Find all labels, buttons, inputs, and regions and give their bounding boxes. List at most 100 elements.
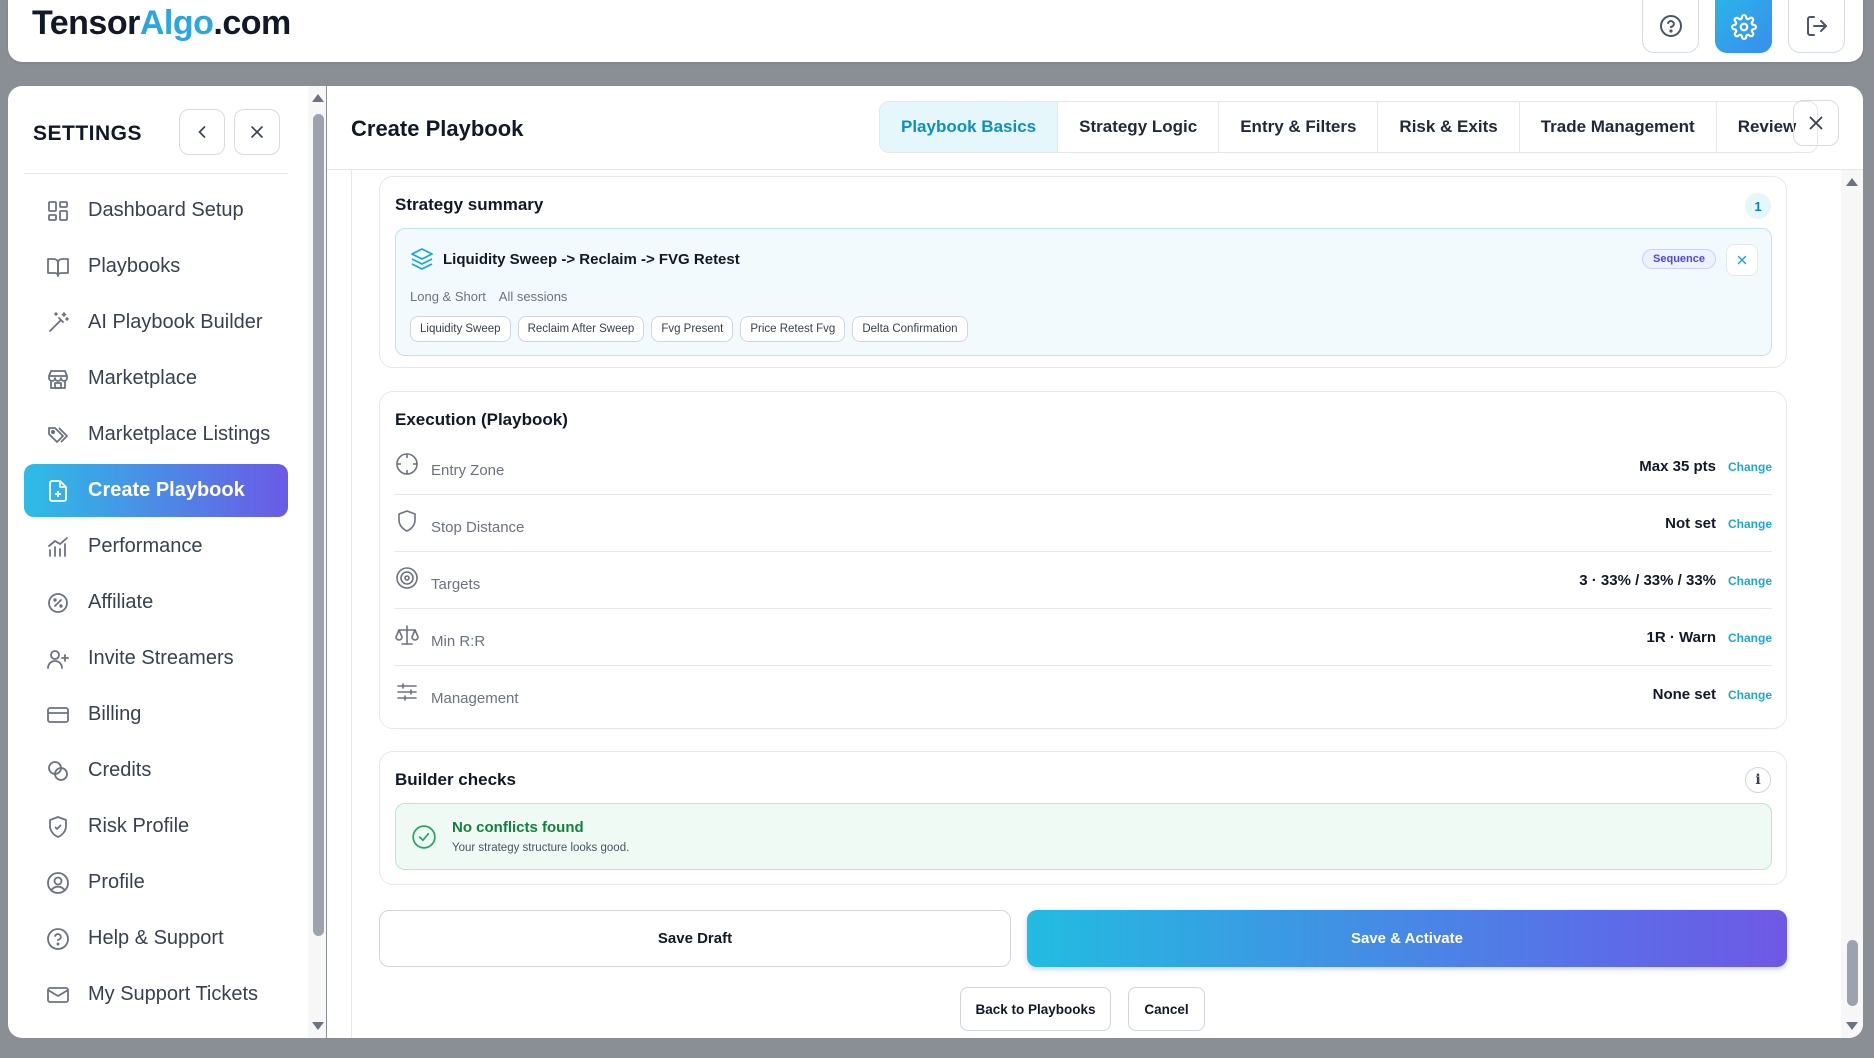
check-status-box: No conflicts found Your strategy structu… bbox=[395, 803, 1772, 870]
book-icon bbox=[45, 254, 71, 280]
execution-card: Execution (Playbook) Entry Zone Max 35 p… bbox=[379, 391, 1787, 729]
main-header: Create Playbook Playbook Basics Strategy… bbox=[327, 86, 1863, 170]
sidebar-item-billing[interactable]: Billing bbox=[24, 688, 288, 741]
sidebar-item-dashboard-setup[interactable]: Dashboard Setup bbox=[24, 184, 288, 237]
sidebar-scrollbar[interactable] bbox=[308, 86, 326, 1038]
store-icon bbox=[45, 366, 71, 392]
dashboard-icon bbox=[45, 198, 71, 224]
sidebar-item-credits[interactable]: Credits bbox=[24, 744, 288, 797]
execution-label: Stop Distance bbox=[431, 519, 525, 536]
chart-icon bbox=[45, 534, 71, 560]
sidebar-item-label: Create Playbook bbox=[88, 479, 245, 501]
remove-strategy-button[interactable] bbox=[1726, 244, 1758, 276]
change-link[interactable]: Change bbox=[1728, 574, 1772, 588]
wand-icon bbox=[45, 310, 71, 336]
sidebar-item-my-support-tickets[interactable]: My Support Tickets bbox=[24, 968, 288, 1021]
help-icon bbox=[1659, 15, 1682, 37]
main-scroll-thumb[interactable] bbox=[1847, 940, 1858, 1006]
execution-row-entry-zone: Entry Zone Max 35 pts Change bbox=[395, 438, 1772, 495]
save-draft-button[interactable]: Save Draft bbox=[379, 910, 1011, 967]
close-icon bbox=[251, 126, 263, 138]
sidebar-item-create-playbook[interactable]: Create Playbook bbox=[24, 464, 288, 517]
file-plus-icon bbox=[45, 478, 71, 504]
back-to-playbooks-button[interactable]: Back to Playbooks bbox=[960, 987, 1111, 1031]
settings-title: SETTINGS bbox=[33, 122, 143, 145]
collapse-sidebar-button[interactable] bbox=[179, 109, 225, 155]
condition-chip: Delta Confirmation bbox=[852, 316, 968, 342]
tab-strategy-logic[interactable]: Strategy Logic bbox=[1058, 102, 1220, 152]
direction-text: Long & Short bbox=[410, 289, 486, 304]
shield-icon bbox=[395, 509, 419, 538]
execution-label: Entry Zone bbox=[431, 462, 505, 479]
execution-row-stop-distance: Stop Distance Not set Change bbox=[395, 495, 1772, 552]
change-link[interactable]: Change bbox=[1728, 688, 1772, 702]
check-circle-icon bbox=[411, 824, 437, 855]
execution-label: Targets bbox=[431, 576, 481, 593]
chevron-left-icon bbox=[198, 126, 206, 138]
target-icon bbox=[395, 566, 419, 595]
change-link[interactable]: Change bbox=[1728, 517, 1772, 531]
sidebar-item-risk-profile[interactable]: Risk Profile bbox=[24, 800, 288, 853]
execution-value: 1R · Warn bbox=[1646, 629, 1716, 646]
info-button[interactable]: i bbox=[1745, 767, 1771, 793]
sidebar-item-label: Performance bbox=[88, 535, 203, 557]
sidebar-item-marketplace-listings[interactable]: Marketplace Listings bbox=[24, 408, 288, 461]
sidebar-item-label: Help & Support bbox=[88, 927, 224, 949]
sidebar-item-label: Billing bbox=[88, 703, 142, 725]
strategy-meta: Long & Short All sessions bbox=[410, 289, 577, 304]
sidebar-scroll-thumb[interactable] bbox=[313, 114, 324, 936]
tab-trade-management[interactable]: Trade Management bbox=[1520, 102, 1717, 152]
sidebar-item-label: Marketplace Listings bbox=[88, 423, 271, 445]
sidebar-item-help-support[interactable]: Help & Support bbox=[24, 912, 288, 965]
sidebar-item-affiliate[interactable]: Affiliate bbox=[24, 576, 288, 629]
sidebar-divider bbox=[24, 173, 288, 174]
help-button[interactable] bbox=[1642, 0, 1699, 53]
execution-value: None set bbox=[1652, 686, 1716, 703]
strategy-name: Liquidity Sweep -> Reclaim -> FVG Retest bbox=[443, 251, 740, 268]
main-scrollbar[interactable] bbox=[1841, 170, 1863, 1038]
save-activate-button[interactable]: Save & Activate bbox=[1027, 910, 1787, 967]
sidebar-item-label: Marketplace bbox=[88, 367, 197, 389]
execution-value: Not set bbox=[1665, 515, 1716, 532]
user-plus-icon bbox=[45, 646, 71, 672]
builder-checks-card: Builder checks i No conflicts found Your… bbox=[379, 751, 1787, 885]
scale-icon bbox=[395, 623, 419, 652]
close-sidebar-button[interactable] bbox=[234, 109, 280, 155]
sidebar-item-invite-streamers[interactable]: Invite Streamers bbox=[24, 632, 288, 685]
settings-button[interactable] bbox=[1715, 0, 1772, 53]
content-border bbox=[351, 170, 352, 1038]
execution-label: Min R:R bbox=[431, 633, 486, 650]
card-title: Strategy summary bbox=[395, 195, 544, 214]
change-link[interactable]: Change bbox=[1728, 460, 1772, 474]
sessions-text: All sessions bbox=[498, 289, 568, 304]
sidebar-item-ai-playbook-builder[interactable]: AI Playbook Builder bbox=[24, 296, 288, 349]
coins-icon bbox=[45, 758, 71, 784]
ticket-icon bbox=[45, 982, 71, 1008]
sidebar-item-label: AI Playbook Builder bbox=[88, 311, 263, 333]
condition-chips: Liquidity Sweep Reclaim After Sweep Fvg … bbox=[410, 316, 968, 342]
close-panel-button[interactable] bbox=[1793, 100, 1839, 146]
execution-row-management: Management None set Change bbox=[395, 666, 1772, 723]
scroll-down-arrow[interactable] bbox=[312, 1022, 324, 1030]
main-panel: Create Playbook Playbook Basics Strategy… bbox=[327, 86, 1863, 1038]
change-link[interactable]: Change bbox=[1728, 631, 1772, 645]
sidebar-item-profile[interactable]: Profile bbox=[24, 856, 288, 909]
tab-entry-filters[interactable]: Entry & Filters bbox=[1219, 102, 1379, 152]
scroll-up-arrow[interactable] bbox=[312, 94, 324, 102]
scroll-up-arrow[interactable] bbox=[1846, 178, 1858, 186]
sidebar-item-label: Risk Profile bbox=[88, 815, 190, 837]
strategy-item[interactable]: Liquidity Sweep -> Reclaim -> FVG Retest… bbox=[395, 228, 1772, 356]
logo[interactable]: TensorAlgo.com bbox=[32, 4, 291, 43]
sidebar-item-playbooks[interactable]: Playbooks bbox=[24, 240, 288, 293]
sidebar-item-marketplace[interactable]: Marketplace bbox=[24, 352, 288, 405]
condition-chip: Liquidity Sweep bbox=[410, 316, 511, 342]
logout-button[interactable] bbox=[1788, 0, 1845, 53]
cancel-button[interactable]: Cancel bbox=[1128, 987, 1205, 1031]
tab-risk-exits[interactable]: Risk & Exits bbox=[1378, 102, 1520, 152]
tab-playbook-basics[interactable]: Playbook Basics bbox=[880, 102, 1059, 152]
sidebar-item-label: Invite Streamers bbox=[88, 647, 234, 669]
credit-card-icon bbox=[45, 702, 71, 728]
scroll-down-arrow[interactable] bbox=[1846, 1022, 1858, 1030]
condition-chip: Price Retest Fvg bbox=[740, 316, 846, 342]
sidebar-item-performance[interactable]: Performance bbox=[24, 520, 288, 573]
